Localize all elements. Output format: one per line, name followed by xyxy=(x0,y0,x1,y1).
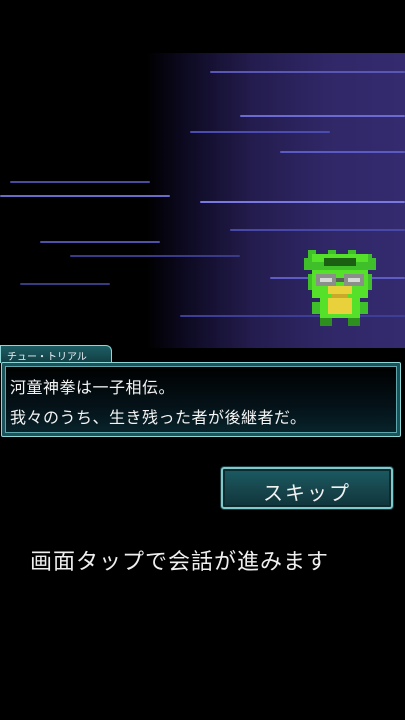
skip-button-label: スキップ xyxy=(263,481,351,505)
speed-streak xyxy=(230,229,405,231)
speaker-name-tab: チュー・トリアル xyxy=(0,345,112,363)
dialog-text-area: 河童神拳は一子相伝。 我々のうち、生き残った者が後継者だ。 xyxy=(5,366,397,433)
speed-streak xyxy=(20,283,110,285)
speed-streak xyxy=(190,131,330,133)
dialog-box[interactable]: 河童神拳は一子相伝。 我々のうち、生き残った者が後継者だ。 xyxy=(1,362,401,437)
speed-streak xyxy=(10,181,150,183)
speed-streak xyxy=(40,241,160,243)
speed-streak xyxy=(70,255,240,257)
speed-streak xyxy=(210,71,405,73)
speed-streak xyxy=(240,115,405,117)
speed-streak xyxy=(0,195,170,197)
dialog-line-1: 河童神拳は一子相伝。 xyxy=(10,378,176,397)
skip-button[interactable]: スキップ xyxy=(221,467,393,509)
speaker-name: チュー・トリアル xyxy=(7,352,87,363)
speed-streak xyxy=(280,151,405,153)
speed-streak xyxy=(200,201,405,203)
dialog-line-2: 我々のうち、生き残った者が後継者だ。 xyxy=(10,408,307,427)
tap-hint: 画面タップで会話が進みます xyxy=(30,550,330,575)
kappa-sprite-icon xyxy=(304,250,376,326)
